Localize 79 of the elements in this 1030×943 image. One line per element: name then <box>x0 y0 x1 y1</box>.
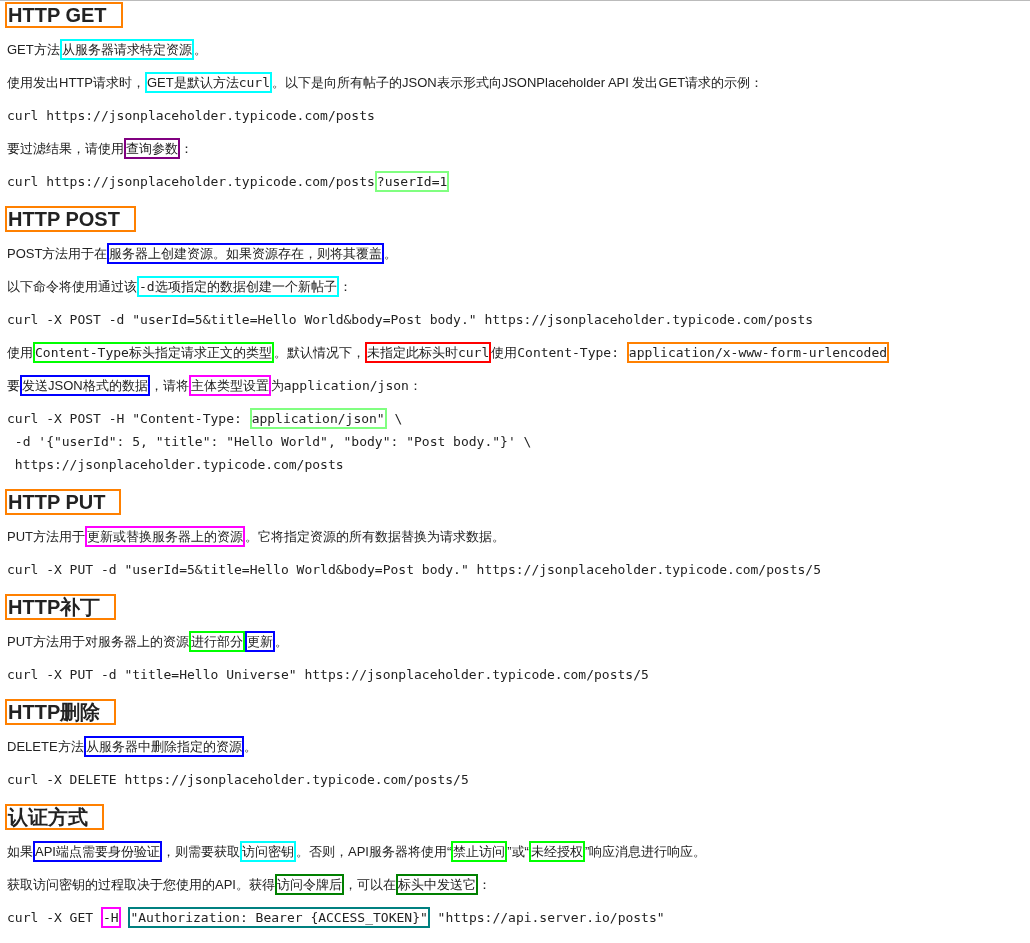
code-text: Content-Type <box>35 345 129 360</box>
code-text: curl <box>238 75 270 90</box>
paragraph-text: 使用发出HTTP请求时， <box>7 75 145 90</box>
paragraph-text: 如果 <box>7 844 33 859</box>
section-heading: HTTP GET <box>5 2 123 28</box>
paragraph-text: 为 <box>270 378 284 393</box>
code-text: curl https://jsonplaceholder.typicode.com/posts <box>7 174 375 189</box>
paragraph-text: ： <box>408 378 422 393</box>
paragraph-text: 。否则，API服务器将使用“ <box>295 844 452 859</box>
code-text: curl -X GET <box>7 910 95 925</box>
code-text: curl <box>457 345 490 360</box>
paragraph-text: ： <box>338 279 352 294</box>
code-text: -H <box>102 910 119 925</box>
paragraph-text: 以下命令将使用通过该 <box>7 279 137 294</box>
paragraph-text: 查询参数 <box>126 141 178 156</box>
code-text: curl -X DELETE https://jsonplaceholder.typicode.com/posts/5 <box>7 772 469 787</box>
paragraph-text: PUT方法用于对服务器上的资源 <box>7 634 189 649</box>
paragraph-text: 标头指定请求正文的类型 <box>128 345 272 360</box>
code-text: application/x-www-form-urlencoded <box>628 345 888 360</box>
section-heading: 认证方式 <box>5 804 104 830</box>
code-text: -d '{"userId": 5, "title": "Hello World", "body": "Post body."}' \ <box>13 434 532 449</box>
paragraph-text: POST方法用于在 <box>7 246 108 261</box>
paragraph-text: 进行部分 <box>191 634 243 649</box>
paragraph-text: 。 <box>243 739 257 754</box>
code-text: -d <box>139 279 155 294</box>
paragraph-text: ： <box>180 141 193 156</box>
code-text: curl -X PUT -d "title=Hello Universe" https://jsonplaceholder.typicode.com/posts/5 <box>7 667 649 682</box>
paragraph-text: 未指定此标头时 <box>366 345 458 360</box>
paragraph-text: GET方法 <box>7 42 60 57</box>
paragraph-text: ”或“ <box>507 844 529 859</box>
section-heading: HTTP删除 <box>5 699 117 725</box>
code-text: \ <box>393 411 403 426</box>
paragraph-text: 访问密钥 <box>241 844 294 859</box>
paragraph-text: ，请将 <box>149 378 189 393</box>
code-text: "https://api.server.io/posts" <box>436 910 665 925</box>
code-text: ?userId=1 <box>376 174 448 189</box>
paragraph-text: 要 <box>7 378 20 393</box>
paragraph-text: 。 <box>193 42 207 57</box>
paragraph-text: PUT方法用于 <box>7 529 85 544</box>
section-heading: HTTP PUT <box>5 489 122 515</box>
paragraph-text: 选项指定的数据创建一个新帖子 <box>154 279 337 294</box>
code-text: application/json <box>283 378 409 393</box>
code-text: curl -X PUT -d "userId=5&title=Hello World&body=Post body." https://jsonplaceholder.typicode.com/posts/5 <box>7 562 821 577</box>
code-text: curl -X POST -H "Content-Type: <box>7 411 243 426</box>
paragraph-text: ，可以在 <box>343 877 396 892</box>
paragraph-text: 未经授权 <box>530 844 583 859</box>
paragraph-text: 主体类型设置 <box>190 378 269 393</box>
paragraph-text: 从服务器中删除指定的资源 <box>85 739 242 754</box>
paragraph-text: 从服务器请求特定资源 <box>61 42 192 57</box>
paragraph-text: 。它将指定资源的所有数据替换为请求数据。 <box>245 529 505 544</box>
paragraph-text: 。以下是向所有帖子的JSON表示形式向JSONPlaceholder API 发出GET请求的示例： <box>272 75 764 90</box>
code-text: curl -X POST -d "userId=5&title=Hello World&body=Post body." https://jsonplaceholder.typicode.com/posts <box>7 312 814 327</box>
section-heading: HTTP POST <box>5 206 136 232</box>
paragraph-text: 。默认情况下， <box>273 345 365 360</box>
paragraph-text: 获取访问密钥的过程取决于您使用的API。获得 <box>7 877 275 892</box>
code-text: https://jsonplaceholder.typicode.com/posts <box>13 457 344 472</box>
paragraph-text: ： <box>477 877 491 892</box>
code-text: "Authorization: Bearer {ACCESS_TOKEN}" <box>130 910 428 925</box>
paragraph-text: 。 <box>384 246 398 261</box>
paragraph-text: ”响应消息进行响应。 <box>584 844 707 859</box>
paragraph-text: 标头中发送它 <box>397 877 476 892</box>
paragraph-text: DELETE方法 <box>7 739 84 754</box>
paragraph-text: 。 <box>275 634 288 649</box>
code-text: application/json" <box>251 411 385 426</box>
paragraph-text: 更新 <box>247 634 273 649</box>
paragraph-text: 使用 <box>7 345 33 360</box>
paragraph-text: ，则需要获取 <box>161 844 240 859</box>
code-text: Content-Type: <box>517 345 620 360</box>
paragraph-text: GET是默认方法 <box>146 75 239 90</box>
paragraph-text: 发送JSON格式的数据 <box>22 378 148 393</box>
paragraph-text: 使用 <box>491 345 518 360</box>
code-text: curl https://jsonplaceholder.typicode.com/posts <box>7 108 375 123</box>
paragraph-text: 禁止访问 <box>453 844 506 859</box>
paragraph-text: 更新或替换服务器上的资源 <box>87 529 243 544</box>
paragraph-text: 要过滤结果，请使用 <box>7 141 124 156</box>
paragraph-text: API端点需要身份验证 <box>35 844 160 859</box>
paragraph-text: 服务器上创建资源。如果资源存在，则将其覆盖 <box>109 246 383 261</box>
paragraph-text: 访问令牌后 <box>276 877 342 892</box>
section-heading: HTTP补丁 <box>5 594 117 620</box>
